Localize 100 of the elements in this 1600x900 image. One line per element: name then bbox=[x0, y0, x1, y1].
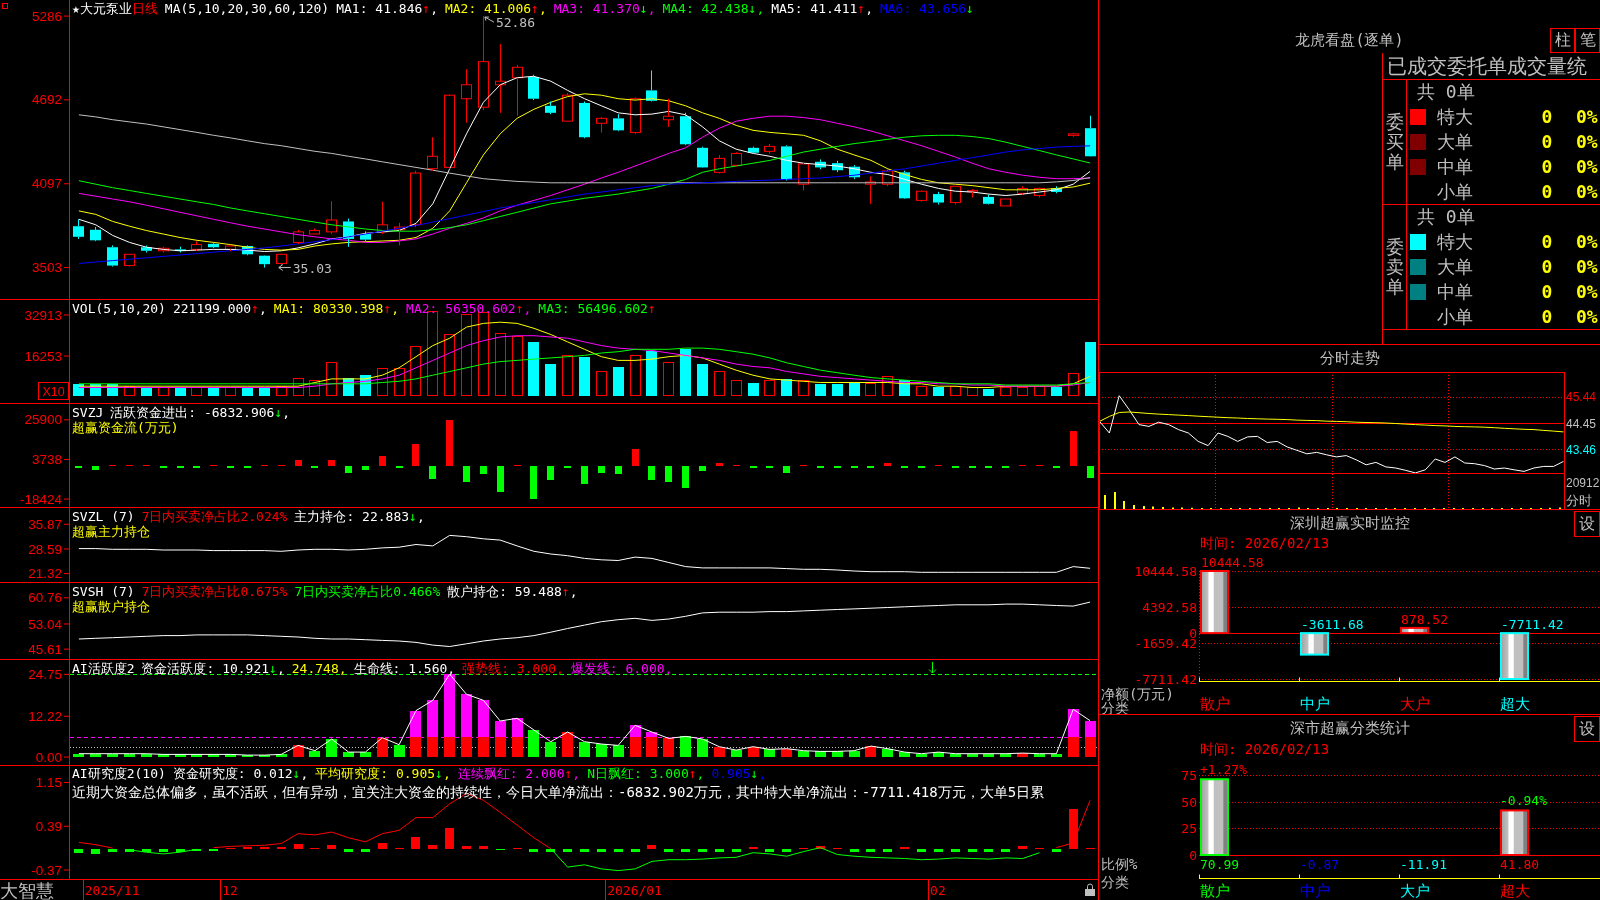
activity-bar bbox=[309, 751, 320, 757]
axis-label: 53.04 bbox=[28, 616, 62, 632]
order-share: 0% bbox=[1576, 131, 1598, 152]
fund-flow-bar bbox=[362, 466, 369, 470]
order-size-label: 特大 bbox=[1437, 105, 1473, 127]
indicator-name: AI活跃度2 bbox=[72, 661, 135, 676]
indicator-value: 活跃资金进出: -6832.906↓, bbox=[110, 405, 291, 420]
order-share: 0% bbox=[1576, 306, 1598, 327]
candlestick-body bbox=[427, 155, 438, 170]
volume-bar bbox=[697, 364, 708, 396]
indicator-value: 资金活跃度: 10.921↓, bbox=[141, 661, 285, 676]
research-bar bbox=[631, 849, 640, 852]
price-annotation: 35.03 bbox=[292, 260, 332, 276]
activity-bar bbox=[950, 754, 961, 757]
fund-flow-bar bbox=[665, 466, 672, 482]
volume-bar bbox=[259, 387, 270, 396]
candlestick-wick bbox=[95, 226, 96, 242]
candlestick-body bbox=[309, 229, 320, 235]
axis-label: 0 bbox=[1189, 848, 1197, 863]
category-label: 散户 bbox=[1200, 882, 1230, 900]
volume-bar bbox=[781, 379, 792, 396]
order-size-label: 特大 bbox=[1437, 230, 1473, 252]
indicator-value: MA5: 41.411↑, bbox=[771, 1, 873, 16]
activity-bar bbox=[1068, 709, 1079, 737]
volume-bar bbox=[394, 368, 405, 396]
category-label: 大户 bbox=[1400, 695, 1430, 713]
research-bar bbox=[647, 845, 656, 849]
research-bar bbox=[361, 849, 370, 852]
order-total: 共 0单 bbox=[1417, 205, 1475, 229]
candlestick-body bbox=[1068, 133, 1079, 136]
candlestick-body bbox=[916, 190, 927, 201]
activity-bar bbox=[714, 747, 725, 757]
candlestick-wick bbox=[1022, 185, 1023, 196]
candlestick-body bbox=[646, 90, 657, 101]
order-size-label: 中单 bbox=[1437, 155, 1473, 177]
volume-bar bbox=[731, 380, 742, 396]
activity-bar bbox=[410, 711, 421, 737]
volume-bar bbox=[175, 387, 186, 396]
order-count: 0 bbox=[1541, 156, 1553, 177]
activity-bar bbox=[798, 751, 809, 757]
research-bar bbox=[378, 843, 387, 849]
candlestick-body bbox=[377, 224, 388, 233]
volume-bar bbox=[242, 387, 253, 396]
view-mode-button[interactable]: 柱 bbox=[1550, 28, 1575, 53]
candlestick-wick bbox=[988, 194, 989, 205]
panel-title: 龙虎看盘(逐单) bbox=[1295, 31, 1404, 50]
activity-bar bbox=[545, 742, 556, 757]
research-bar bbox=[1052, 849, 1061, 852]
view-mode-button[interactable]: 笔 bbox=[1575, 28, 1600, 53]
order-size-label: 小单 bbox=[1437, 180, 1473, 202]
settings-button[interactable]: 设 bbox=[1574, 716, 1600, 742]
candlestick-body bbox=[528, 77, 539, 99]
activity-bar bbox=[967, 754, 978, 757]
settings-button[interactable]: 设 bbox=[1574, 511, 1600, 537]
fund-flow-bar bbox=[379, 456, 386, 466]
activity-bar bbox=[377, 738, 388, 757]
research-bar bbox=[732, 849, 741, 852]
volume-bar bbox=[293, 378, 304, 396]
candlestick-body bbox=[1034, 187, 1045, 196]
fund-flow-bar bbox=[429, 466, 436, 479]
candlestick-body bbox=[259, 255, 270, 265]
mode-label: 分时 bbox=[1566, 493, 1592, 508]
candlestick-wick bbox=[870, 175, 871, 205]
candlestick-body bbox=[158, 247, 169, 252]
research-bar bbox=[614, 849, 623, 852]
order-share: 0% bbox=[1576, 256, 1598, 277]
candlestick-wick bbox=[298, 229, 299, 245]
activity-bar bbox=[90, 754, 101, 757]
candlestick-wick bbox=[331, 200, 332, 235]
date-time-label: 时间: 2026/02/13 bbox=[1200, 740, 1330, 759]
axis-title: 分类 bbox=[1101, 700, 1129, 714]
candlestick-body bbox=[512, 66, 523, 79]
activity-bar bbox=[933, 752, 944, 757]
table-title: 已成交委托单成交量统 bbox=[1387, 52, 1587, 80]
axis-label: -7711.42 bbox=[1134, 672, 1197, 687]
fund-flow-bar bbox=[328, 460, 335, 466]
candlestick-wick bbox=[264, 254, 265, 268]
candlestick-body bbox=[1017, 187, 1028, 194]
activity-bar bbox=[141, 754, 152, 757]
axis-label: 4097 bbox=[31, 176, 62, 192]
axis-label: 3738 bbox=[31, 452, 62, 468]
research-bar bbox=[74, 849, 83, 853]
order-share: 0% bbox=[1576, 181, 1598, 202]
indicator-value: 强势线: 3.000, bbox=[462, 661, 564, 676]
volume-bar bbox=[596, 371, 607, 396]
category-label: 大户 bbox=[1400, 882, 1430, 900]
category-label: 散户 bbox=[1200, 695, 1230, 713]
research-bar bbox=[1018, 846, 1027, 849]
candlestick-body bbox=[124, 253, 135, 267]
volume-bar bbox=[798, 380, 809, 396]
volume-bar bbox=[967, 387, 978, 396]
indicator-name: VOL(5,10,20) bbox=[72, 301, 166, 316]
indicator-name: AI研究度2(10) bbox=[72, 766, 166, 781]
volume-label: 20912 bbox=[1566, 476, 1600, 490]
research-bar bbox=[176, 849, 185, 852]
indicator-name: SVZJ bbox=[72, 405, 104, 420]
volume-bar bbox=[916, 386, 927, 396]
volume-bar bbox=[444, 334, 455, 396]
candlestick-wick bbox=[500, 43, 501, 114]
candlestick-body bbox=[630, 98, 641, 133]
